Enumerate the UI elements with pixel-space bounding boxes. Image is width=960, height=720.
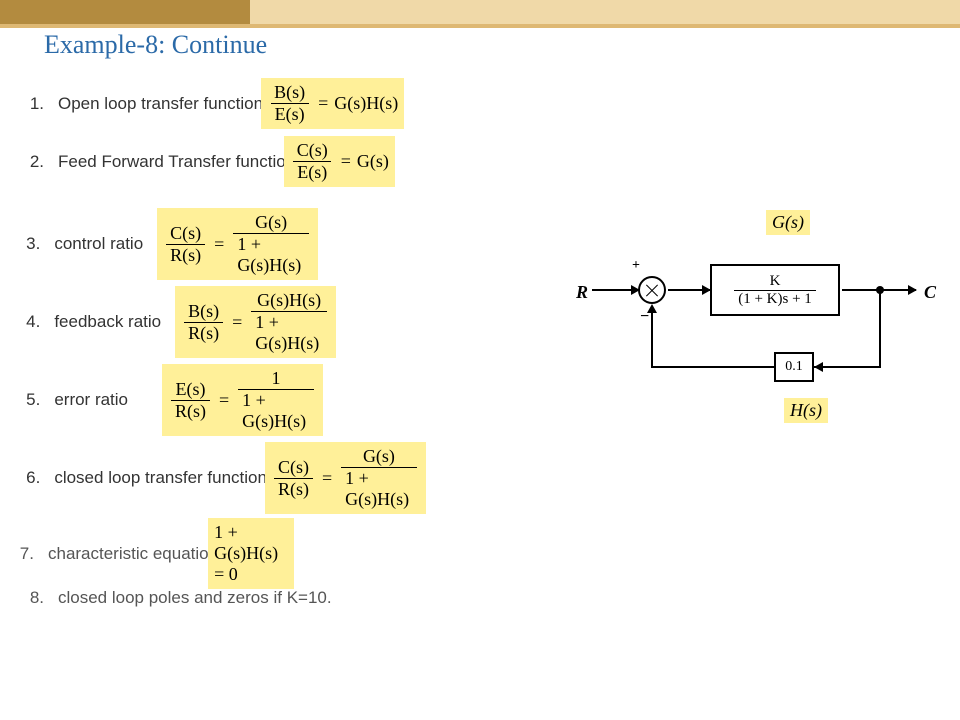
item-label: control ratio — [54, 234, 143, 254]
wire — [814, 366, 881, 368]
item-number: 2. — [18, 152, 44, 172]
arrow-icon — [647, 304, 657, 313]
input-label: R — [576, 282, 588, 303]
item-label: feedback ratio — [54, 312, 161, 332]
slide-title: Example-8: Continue — [44, 30, 267, 60]
feedback-block: 0.1 — [774, 352, 814, 382]
plant-block: K(1 + K)s + 1 — [710, 264, 840, 316]
arrow-icon — [908, 285, 917, 295]
item-label: closed loop poles and zeros if K=10. — [58, 588, 332, 608]
equation: B(s)R(s) = G(s)H(s)1 + G(s)H(s) — [175, 286, 336, 358]
list-item: 6. closed loop transfer function C(s)R(s… — [18, 442, 426, 514]
output-label: C — [924, 282, 936, 303]
item-label: Open loop transfer function — [58, 94, 263, 114]
item-number: 4. — [18, 312, 40, 332]
diagram-body: R C + − K(1 + K)s + 1 0.1 — [576, 246, 936, 406]
item-label: error ratio — [54, 390, 128, 410]
g-label: G(s) — [766, 210, 810, 235]
stripe-dark — [0, 0, 250, 24]
list-item: 1. Open loop transfer function B(s)E(s) … — [18, 78, 404, 129]
block-diagram: G(s) H(s) R C + − K(1 + K)s + 1 0.1 — [576, 210, 936, 440]
summing-junction-icon — [638, 276, 666, 304]
arrow-icon — [814, 362, 823, 372]
list-item: 8. closed loop poles and zeros if K=10. — [18, 588, 332, 608]
stripe-light — [250, 0, 960, 24]
list-item: 5. error ratio E(s)R(s) = 11 + G(s)H(s) — [18, 364, 323, 436]
sum-plus: + — [632, 258, 640, 274]
item-number: 5. — [18, 390, 40, 410]
item-number: 7. — [18, 544, 34, 564]
item-number: 6. — [18, 468, 40, 488]
item-number: 8. — [18, 588, 44, 608]
arrow-icon — [631, 285, 640, 295]
equation: E(s)R(s) = 11 + G(s)H(s) — [162, 364, 323, 436]
item-label: Feed Forward Transfer functio — [58, 152, 286, 172]
item-number: 3. — [18, 234, 40, 254]
item-label: characteristic equation — [48, 544, 218, 564]
header-stripe — [0, 0, 960, 24]
item-number: 1. — [18, 94, 44, 114]
equation: C(s)E(s) = G(s) — [284, 136, 395, 187]
equation: 1 + G(s)H(s) = 0 — [208, 518, 294, 589]
list-item: 2. Feed Forward Transfer functio C(s)E(s… — [18, 136, 395, 187]
item-label: closed loop transfer function — [54, 468, 267, 488]
equation: C(s)R(s) = G(s)1 + G(s)H(s) — [157, 208, 318, 280]
wire — [879, 290, 881, 368]
slide-content: 1. Open loop transfer function B(s)E(s) … — [0, 78, 960, 720]
equation: B(s)E(s) = G(s)H(s) — [261, 78, 404, 129]
header-divider — [0, 24, 960, 28]
equation: C(s)R(s) = G(s)1 + G(s)H(s) — [265, 442, 426, 514]
wire — [651, 306, 653, 368]
list-item: 7. characteristic equation 1 + G(s)H(s) … — [18, 518, 294, 589]
wire — [651, 366, 774, 368]
list-item: 3. control ratio C(s)R(s) = G(s)1 + G(s)… — [18, 208, 318, 280]
list-item: 4. feedback ratio B(s)R(s) = G(s)H(s)1 +… — [18, 286, 336, 358]
